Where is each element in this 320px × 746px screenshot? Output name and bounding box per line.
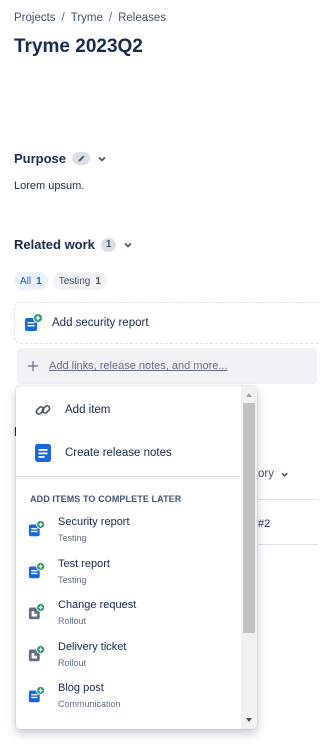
edit-purpose-button[interactable] bbox=[72, 152, 91, 165]
dropdown-divider bbox=[16, 476, 240, 477]
option-name: Blog post bbox=[58, 682, 104, 694]
add-item-option[interactable]: Add item bbox=[16, 391, 240, 429]
option-category: Rollout bbox=[58, 658, 87, 668]
breadcrumb-separator: / bbox=[108, 12, 113, 24]
link-icon bbox=[32, 399, 54, 421]
pencil-icon bbox=[77, 155, 84, 162]
breadcrumb-tryme[interactable]: Tryme bbox=[71, 12, 103, 24]
document-icon bbox=[32, 442, 54, 464]
option-category: Testing bbox=[58, 575, 87, 585]
option-category: Rollout bbox=[58, 616, 87, 626]
scroll-down-arrow-icon[interactable] bbox=[245, 716, 253, 724]
test-report-option[interactable]: Test report Testing bbox=[16, 552, 240, 592]
related-work-heading: Related work bbox=[14, 237, 95, 252]
chevron-down-icon bbox=[124, 242, 133, 248]
scrollbar-thumb[interactable] bbox=[243, 403, 255, 633]
breadcrumb: Projects / Tryme / Releases bbox=[14, 12, 166, 24]
related-work-header: Related work 1 bbox=[14, 237, 134, 252]
option-name: Delivery ticket bbox=[58, 641, 127, 653]
filter-count: 1 bbox=[95, 275, 101, 287]
breadcrumb-projects[interactable]: Projects bbox=[14, 12, 56, 24]
breadcrumb-releases[interactable]: Releases bbox=[118, 12, 166, 24]
page-title: Tryme 2023Q2 bbox=[14, 36, 143, 57]
security-report-option[interactable]: Security report Testing bbox=[16, 510, 240, 550]
delivery-ticket-option[interactable]: Delivery ticket Rollout bbox=[16, 635, 240, 675]
filter-chips: All 1 Testing 1 bbox=[14, 272, 107, 290]
option-category: Communication bbox=[58, 699, 121, 709]
scroll-up-arrow-icon[interactable] bbox=[245, 391, 253, 399]
filter-label: All bbox=[20, 275, 32, 287]
report-add-icon bbox=[28, 562, 46, 579]
breadcrumb-separator: / bbox=[61, 12, 65, 24]
report-add-icon bbox=[28, 520, 46, 537]
related-work-count: 1 bbox=[100, 237, 117, 252]
change-request-option[interactable]: Change request Rollout bbox=[16, 593, 240, 633]
add-item-label: Add item bbox=[65, 404, 111, 416]
report-add-icon bbox=[28, 686, 46, 703]
ticket-add-icon bbox=[28, 645, 46, 662]
table-cell: #2 bbox=[258, 518, 271, 530]
add-links-bar[interactable]: Add links, release notes, and more... bbox=[17, 348, 317, 384]
related-work-toggle[interactable] bbox=[122, 239, 134, 251]
filter-count: 1 bbox=[36, 275, 42, 287]
report-add-icon bbox=[25, 313, 43, 331]
option-name: Change request bbox=[58, 599, 137, 611]
table-divider bbox=[258, 544, 318, 545]
chevron-down-icon bbox=[98, 156, 106, 162]
filter-testing[interactable]: Testing 1 bbox=[52, 272, 107, 290]
related-item-label: Add security report bbox=[52, 317, 149, 329]
create-release-notes-option[interactable]: Create release notes bbox=[16, 434, 240, 472]
dropdown-group-title: ADD ITEMS TO COMPLETE LATER bbox=[30, 494, 182, 504]
create-release-notes-label: Create release notes bbox=[65, 447, 172, 459]
filter-label: Testing bbox=[58, 275, 91, 287]
table-column-header[interactable]: ory bbox=[258, 468, 289, 480]
purpose-toggle[interactable] bbox=[96, 153, 108, 165]
blog-post-option[interactable]: Blog post Communication bbox=[16, 676, 240, 716]
column-header-label: ory bbox=[258, 468, 274, 480]
purpose-header: Purpose bbox=[14, 151, 108, 166]
add-links-link[interactable]: Add links, release notes, and more... bbox=[49, 360, 228, 372]
add-items-dropdown: Add item Create release notes ADD ITEMS … bbox=[16, 386, 257, 729]
option-category: Testing bbox=[58, 533, 87, 543]
option-name: Security report bbox=[58, 516, 130, 528]
related-item-card[interactable]: Add security report bbox=[14, 302, 320, 344]
filter-all[interactable]: All 1 bbox=[14, 272, 48, 290]
plus-icon bbox=[28, 361, 38, 371]
table-divider bbox=[258, 499, 318, 500]
ticket-add-icon bbox=[28, 603, 46, 620]
chevron-down-icon bbox=[281, 472, 288, 477]
option-name: Test report bbox=[58, 558, 110, 570]
purpose-text: Lorem upsum. bbox=[14, 180, 85, 192]
purpose-heading: Purpose bbox=[14, 151, 67, 166]
